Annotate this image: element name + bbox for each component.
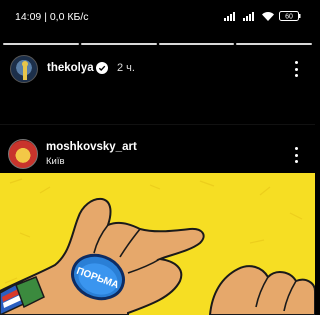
post-username[interactable]: moshkovsky_art	[46, 141, 137, 153]
story-avatar[interactable]	[10, 55, 38, 83]
dot-icon	[294, 147, 298, 150]
status-time-speed: 14:09 | 0,0 КБ/с	[15, 11, 89, 23]
battery-level: 60	[285, 14, 293, 21]
story-progress-bars	[3, 43, 312, 45]
dot-icon	[294, 67, 298, 71]
story-progress-segment	[158, 43, 235, 45]
story-time: 2 ч.	[117, 62, 135, 74]
battery-icon: 60	[279, 11, 301, 21]
hands-illustration: ПОРЬМА	[0, 178, 315, 315]
signal-icon	[224, 11, 235, 21]
post-header: moshkovsky_art Київ	[0, 134, 315, 172]
divider	[0, 124, 315, 125]
story-more-options-button[interactable]	[293, 61, 299, 77]
status-icons: 60	[224, 11, 301, 21]
story-progress-segment	[80, 43, 157, 45]
signal-icon-2	[243, 11, 254, 21]
verified-badge-icon	[96, 62, 108, 74]
story-header: thekolya 2 ч.	[0, 52, 315, 86]
dot-icon	[294, 61, 298, 64]
story-username[interactable]: thekolya	[47, 62, 94, 74]
dot-icon	[294, 74, 298, 77]
post-avatar[interactable]	[8, 139, 38, 169]
dot-icon	[294, 153, 298, 157]
story-progress-segment	[3, 43, 79, 45]
post-image[interactable]: ПОРЬМА	[0, 173, 315, 315]
avatar-figure-icon	[22, 61, 28, 80]
wifi-icon	[262, 11, 274, 21]
story-progress-segment	[236, 43, 312, 45]
status-bar: 14:09 | 0,0 КБ/с 60	[0, 0, 315, 38]
post-more-options-button[interactable]	[293, 147, 299, 163]
post-location[interactable]: Київ	[46, 156, 65, 167]
dot-icon	[294, 160, 298, 163]
